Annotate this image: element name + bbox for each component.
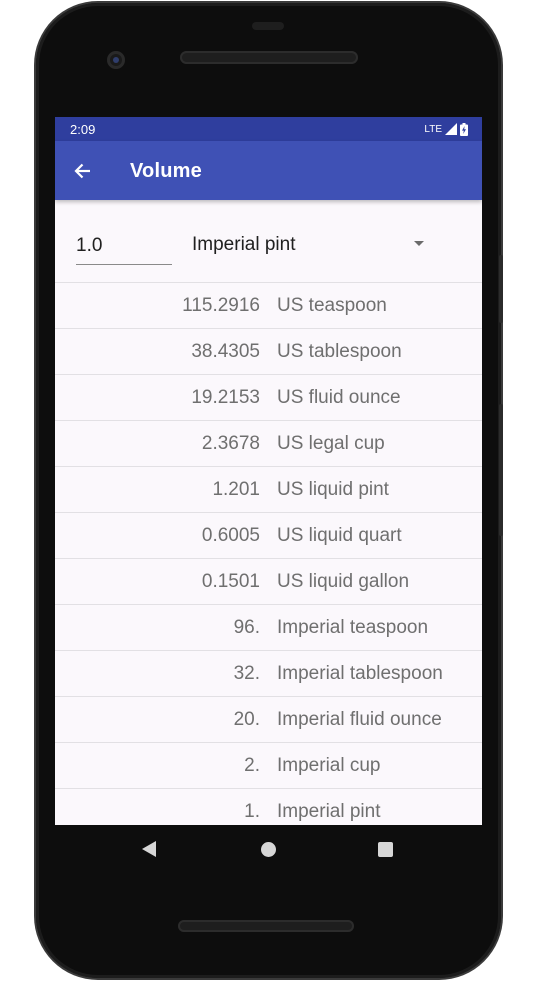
result-row: 1.201 US liquid pint <box>55 466 482 512</box>
battery-charging-icon <box>460 122 468 136</box>
volume-rocker <box>499 404 503 536</box>
result-row: 38.4305 US tablespoon <box>55 328 482 374</box>
unit-dropdown-value: Imperial pint <box>192 234 296 255</box>
recents-square-icon[interactable] <box>378 842 393 857</box>
result-value: 20. <box>233 709 260 730</box>
result-value: 2. <box>244 755 260 776</box>
back-triangle-icon[interactable] <box>142 841 156 857</box>
conversion-results-list: 115.2916 US teaspoon 38.4305 US tablespo… <box>55 282 482 825</box>
unit-dropdown[interactable]: Imperial pint <box>192 230 424 260</box>
result-value: 0.6005 <box>201 525 260 546</box>
status-indicators: LTE <box>424 122 468 136</box>
result-row: 20. Imperial fluid ounce <box>55 696 482 742</box>
result-value: 19.2153 <box>191 387 260 408</box>
result-unit: Imperial tablespoon <box>277 663 443 684</box>
result-unit: US liquid pint <box>277 479 389 500</box>
power-button <box>499 255 503 323</box>
top-speaker-grille <box>180 51 358 64</box>
front-camera-icon <box>107 51 125 69</box>
system-navigation-bar <box>55 825 482 873</box>
result-unit: US legal cup <box>277 433 385 454</box>
result-unit: US liquid quart <box>277 525 402 546</box>
result-value: 1.201 <box>212 479 260 500</box>
result-unit: Imperial fluid ounce <box>277 709 442 730</box>
result-value: 0.1501 <box>201 571 260 592</box>
signal-icon <box>445 123 457 135</box>
result-unit: US fluid ounce <box>277 387 401 408</box>
result-unit: US tablespoon <box>277 341 402 362</box>
amount-input[interactable] <box>76 228 172 265</box>
status-bar: 2:09 LTE <box>55 117 482 141</box>
result-unit: US teaspoon <box>277 295 387 316</box>
result-row: 115.2916 US teaspoon <box>55 282 482 328</box>
result-row: 0.6005 US liquid quart <box>55 512 482 558</box>
result-row: 96. Imperial teaspoon <box>55 604 482 650</box>
result-value: 32. <box>233 663 260 684</box>
result-row: 32. Imperial tablespoon <box>55 650 482 696</box>
conversion-input-row: Imperial pint <box>55 200 482 282</box>
app-screen: 2:09 LTE Volume Imperial pint <box>55 117 482 825</box>
result-value: 1. <box>244 801 260 822</box>
result-unit: Imperial cup <box>277 755 381 776</box>
result-row: 19.2153 US fluid ounce <box>55 374 482 420</box>
result-row: 1. Imperial pint <box>55 788 482 825</box>
result-value: 38.4305 <box>191 341 260 362</box>
network-type-label: LTE <box>424 123 442 135</box>
result-unit: US liquid gallon <box>277 571 410 592</box>
result-row: 2.3678 US legal cup <box>55 420 482 466</box>
dropdown-arrow-icon <box>414 241 424 246</box>
earpiece-slot <box>252 22 284 30</box>
result-value: 115.2916 <box>182 295 260 316</box>
home-circle-icon[interactable] <box>261 842 276 857</box>
app-toolbar: Volume <box>55 141 482 200</box>
result-value: 96. <box>233 617 260 638</box>
arrow-back-icon <box>74 163 90 179</box>
result-unit: Imperial pint <box>277 801 381 822</box>
page-title: Volume <box>130 160 202 182</box>
result-row: 0.1501 US liquid gallon <box>55 558 482 604</box>
result-row: 2. Imperial cup <box>55 742 482 788</box>
back-button[interactable] <box>69 157 97 185</box>
status-time: 2:09 <box>70 122 96 137</box>
bottom-speaker-grille <box>178 920 354 932</box>
result-value: 2.3678 <box>201 433 260 454</box>
result-unit: Imperial teaspoon <box>277 617 429 638</box>
